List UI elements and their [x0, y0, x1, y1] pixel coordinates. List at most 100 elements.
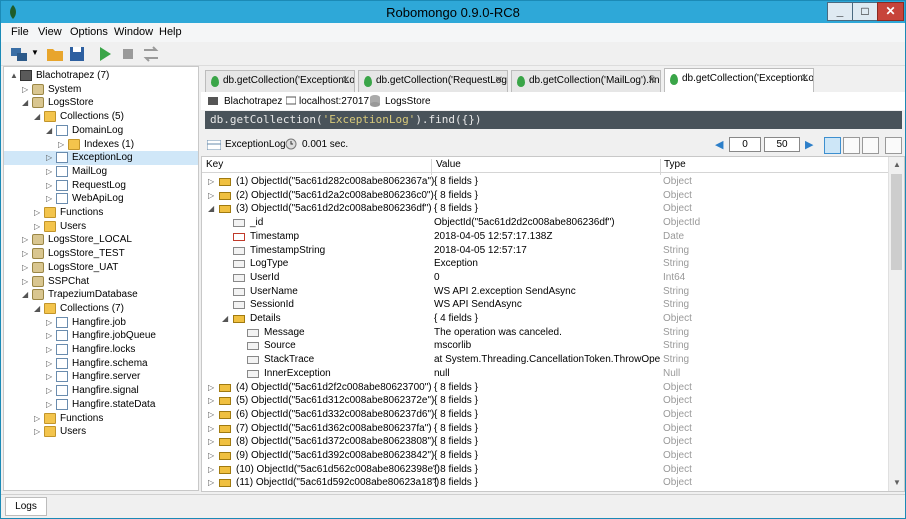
maximize-button[interactable]: □ [852, 2, 878, 21]
result-row[interactable]: ▷ (9) ObjectId("5ac61d392c008abe80623842"… [202, 449, 888, 463]
tree-item[interactable]: ▷ Hangfire.job [4, 316, 198, 330]
tree-item[interactable]: ▷ Hangfire.locks [4, 343, 198, 357]
result-row[interactable]: Timestamp 2018-04-05 12:57:17.138Z Date [202, 230, 888, 244]
close-tab-icon[interactable]: ✕ [342, 71, 350, 91]
tree-item[interactable]: ▲ Blachotrapez (7) [4, 69, 198, 83]
tree-item[interactable]: ▷ System [4, 83, 198, 97]
logs-tab[interactable]: Logs [5, 497, 47, 516]
tree-item[interactable]: ▷ WebApiLog [4, 192, 198, 206]
expand-arrow-icon[interactable]: ◢ [34, 110, 42, 124]
limit-input[interactable]: 50 [764, 137, 800, 152]
result-row[interactable]: ▷ (1) ObjectId("5ac61d282c008abe8062367a"… [202, 175, 888, 189]
result-row[interactable]: InnerException null Null [202, 367, 888, 381]
tree-item[interactable]: ▷ MailLog [4, 165, 198, 179]
expand-arrow-icon[interactable]: ▷ [46, 192, 54, 206]
result-row[interactable]: Message The operation was canceled. String [202, 326, 888, 340]
expand-arrow-icon[interactable]: ▷ [208, 476, 214, 490]
expand-arrow-icon[interactable]: ▷ [208, 189, 214, 203]
expand-arrow-icon[interactable]: ▷ [46, 165, 54, 179]
tab-query-1[interactable]: db.getCollection('ExceptionLog'...✕ [205, 70, 355, 92]
expand-arrow-icon[interactable]: ▷ [208, 449, 214, 463]
expand-arrow-icon[interactable]: ◢ [22, 288, 30, 302]
menu-view[interactable]: View [38, 26, 62, 38]
results-scrollbar[interactable]: ▲ ▼ [888, 157, 904, 491]
result-row[interactable]: Source mscorlib String [202, 339, 888, 353]
previous-page-icon[interactable]: ◀ [715, 138, 723, 151]
expand-arrow-icon[interactable]: ▲ [10, 69, 18, 83]
expand-arrow-icon[interactable]: ▷ [208, 381, 214, 395]
tree-item[interactable]: ▷ LogsStore_TEST [4, 247, 198, 261]
result-row[interactable]: UserId 0 Int64 [202, 271, 888, 285]
expand-arrow-icon[interactable]: ▷ [208, 463, 214, 477]
expand-arrow-icon[interactable]: ◢ [46, 124, 54, 138]
expand-arrow-icon[interactable]: ▷ [46, 384, 54, 398]
menu-options[interactable]: Options [70, 26, 108, 38]
expand-arrow-icon[interactable]: ▷ [208, 408, 214, 422]
expand-arrow-icon[interactable]: ▷ [46, 179, 54, 193]
tree-item[interactable]: ▷ Hangfire.server [4, 370, 198, 384]
tree-item[interactable]: ▷ Functions [4, 412, 198, 426]
expand-arrow-icon[interactable]: ◢ [34, 302, 42, 316]
tab-query-4[interactable]: db.getCollection('ExceptionLog')...✕ [664, 68, 814, 92]
expand-arrow-icon[interactable]: ▷ [46, 357, 54, 371]
tree-item[interactable]: ◢ TrapeziumDatabase [4, 288, 198, 302]
tree-item[interactable]: ▷ Hangfire.jobQueue [4, 329, 198, 343]
result-row[interactable]: ▷ (6) ObjectId("5ac61d332c008abe806237d6"… [202, 408, 888, 422]
expand-arrow-icon[interactable]: ▷ [22, 247, 30, 261]
expand-arrow-icon[interactable]: ▷ [46, 343, 54, 357]
expand-arrow-icon[interactable]: ◢ [222, 312, 228, 326]
result-row[interactable]: ▷ (5) ObjectId("5ac61d312c008abe8062372e"… [202, 394, 888, 408]
connect-dropdown-icon[interactable]: ▼ [31, 48, 39, 57]
tree-item[interactable]: ▷ SSPChat [4, 275, 198, 289]
expand-arrow-icon[interactable]: ▷ [34, 425, 42, 439]
expand-arrow-icon[interactable]: ▷ [22, 275, 30, 289]
tree-item[interactable]: ◢ LogsStore [4, 96, 198, 110]
result-row[interactable]: ▷ (4) ObjectId("5ac61d2f2c008abe80623700"… [202, 381, 888, 395]
text-view-button[interactable] [862, 137, 879, 154]
connect-icon[interactable] [9, 44, 29, 64]
result-row[interactable]: StackTrace at System.Threading.Cancellati… [202, 353, 888, 367]
tree-item[interactable]: ▷ LogsStore_UAT [4, 261, 198, 275]
expand-arrow-icon[interactable]: ▷ [208, 394, 214, 408]
tab-query-2[interactable]: db.getCollection('RequestLog')... ✕ [358, 70, 508, 92]
tab-query-3[interactable]: db.getCollection('MailLog').find... ✕ [511, 70, 661, 92]
table-view-button[interactable] [843, 137, 860, 154]
title-bar[interactable]: Robomongo 0.9.0-RC8 _ □ ✕ [1, 1, 905, 23]
expand-arrow-icon[interactable]: ▷ [208, 422, 214, 436]
expand-arrow-icon[interactable]: ▷ [22, 83, 30, 97]
expand-arrow-icon[interactable]: ▷ [208, 175, 214, 189]
result-row[interactable]: ◢ (3) ObjectId("5ac61d2d2c008abe806236df"… [202, 202, 888, 216]
column-separator[interactable] [431, 159, 432, 175]
execute-icon[interactable] [95, 44, 115, 64]
column-value[interactable]: Value [436, 159, 461, 170]
tree-item[interactable]: ◢ Collections (7) [4, 302, 198, 316]
expand-arrow-icon[interactable]: ▷ [58, 138, 66, 152]
menu-help[interactable]: Help [159, 26, 182, 38]
expand-arrow-icon[interactable]: ◢ [22, 96, 30, 110]
result-row[interactable]: ▷ (10) ObjectId("5ac61d562c008abe8062398e… [202, 463, 888, 477]
tree-item[interactable]: ◢ DomainLog [4, 124, 198, 138]
expand-arrow-icon[interactable]: ▷ [34, 412, 42, 426]
scroll-thumb[interactable] [891, 174, 902, 270]
result-row[interactable]: ▷ (7) ObjectId("5ac61d362c008abe806237fa"… [202, 422, 888, 436]
tree-view-button[interactable] [824, 137, 841, 154]
expand-arrow-icon[interactable]: ▷ [46, 316, 54, 330]
tree-item[interactable]: ▷ Hangfire.schema [4, 357, 198, 371]
expand-arrow-icon[interactable]: ▷ [22, 233, 30, 247]
column-separator[interactable] [660, 159, 661, 175]
close-tab-icon[interactable]: ✕ [495, 71, 503, 91]
expand-arrow-icon[interactable]: ▷ [34, 220, 42, 234]
query-editor[interactable]: db.getCollection('ExceptionLog').find({}… [205, 111, 902, 129]
result-row[interactable]: TimestampString 2018-04-05 12:57:17 String [202, 244, 888, 258]
expand-arrow-icon[interactable]: ▷ [46, 329, 54, 343]
result-row[interactable]: _id ObjectId("5ac61d2d2c008abe806236df") O… [202, 216, 888, 230]
menu-window[interactable]: Window [114, 26, 153, 38]
open-folder-icon[interactable] [45, 44, 65, 64]
tree-item[interactable]: ▷ Functions [4, 206, 198, 220]
stop-icon[interactable] [118, 44, 138, 64]
close-tab-icon[interactable]: ✕ [801, 69, 809, 89]
tree-item[interactable]: ▷ LogsStore_LOCAL [4, 233, 198, 247]
tree-item[interactable]: ▷ Users [4, 425, 198, 439]
orientation-icon[interactable] [141, 44, 161, 64]
expand-arrow-icon[interactable]: ▷ [22, 261, 30, 275]
